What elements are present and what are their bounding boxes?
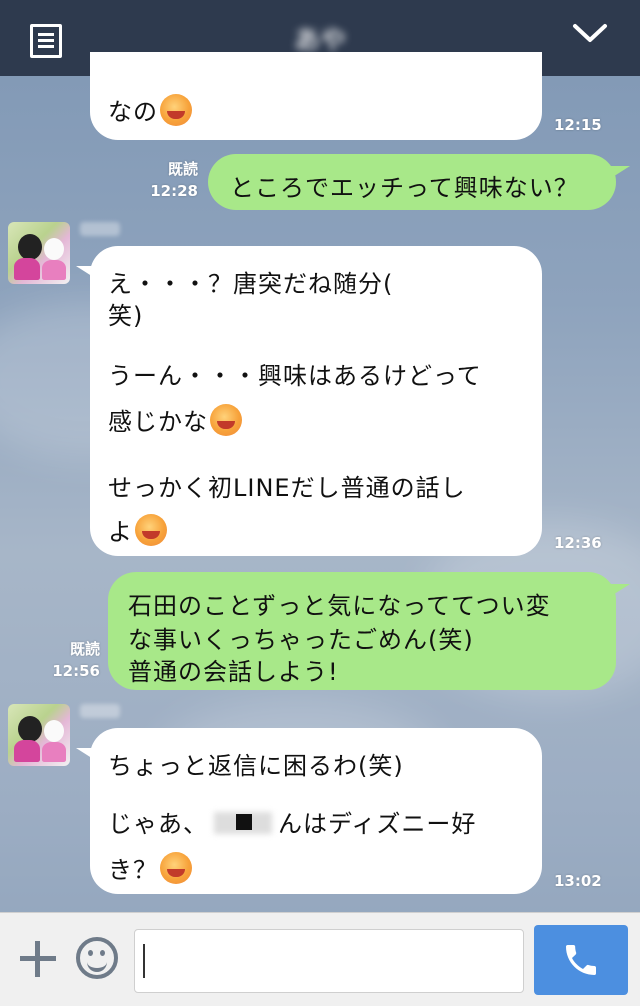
message-text: き？ [108, 856, 158, 884]
sender-name [80, 704, 120, 718]
blushing-emoji-icon [210, 404, 242, 436]
message-text: よ [108, 518, 133, 546]
chevron-down-icon[interactable] [572, 18, 607, 50]
read-receipt: 既読 12:28 [130, 158, 198, 202]
message-text: 笑) [108, 302, 144, 330]
message-time: 13:02 [554, 872, 602, 890]
message-text: 感じかな [108, 408, 208, 436]
message-text: うーん・・・興味はあるけどって [108, 362, 482, 390]
read-receipt: 既読 12:56 [32, 638, 100, 682]
contact-avatar[interactable] [8, 704, 70, 766]
message-text: ところでエッチって興味ない？ [230, 174, 579, 202]
text-caret [143, 944, 145, 978]
message-input[interactable] [134, 929, 524, 993]
phone-icon [566, 945, 596, 975]
message-text: じゃあ、 [108, 810, 208, 838]
message-text: 石田のことずっと気になっててつい変 [128, 592, 551, 620]
message-time: 12:15 [554, 116, 602, 134]
emoji-icon[interactable] [76, 937, 118, 979]
contact-avatar[interactable] [8, 222, 70, 284]
plus-icon[interactable] [18, 939, 58, 979]
message-bubble-received[interactable]: ちょっと返信に困るわ(笑) じゃあ、 んはディズニー好 き？ [76, 728, 542, 894]
message-bubble-received[interactable]: なの [90, 52, 542, 140]
menu-icon[interactable] [30, 24, 62, 58]
message-text: ちょっと返信に困るわ(笑) [108, 752, 404, 780]
message-bubble-sent[interactable]: ところでエッチって興味ない？ [208, 154, 630, 210]
read-label: 既読 [69, 640, 100, 658]
message-text: え・・・？唐突だね随分( [108, 270, 394, 298]
message-text: 普通の会話しよう! [128, 658, 339, 686]
message-bubble-sent[interactable]: 石田のことずっと気になっててつい変 な事いくっちゃったごめん(笑) 普通の会話し… [108, 572, 630, 690]
call-button[interactable] [534, 925, 628, 995]
redacted-name [208, 810, 278, 836]
message-time: 12:36 [554, 534, 602, 552]
message-text: んはディズニー好 [278, 810, 477, 838]
chat-title: あや [293, 26, 346, 56]
message-text: なの [108, 98, 158, 126]
read-label: 既読 [167, 160, 198, 178]
message-input-bar [0, 912, 640, 1006]
message-time: 12:28 [150, 182, 198, 200]
message-bubble-received[interactable]: え・・・？唐突だね随分( 笑) うーん・・・興味はあるけどって 感じかな せっか… [76, 246, 542, 556]
heart-eyes-emoji-icon [160, 94, 192, 126]
grinning-emoji-icon [160, 852, 192, 884]
sender-name [80, 222, 120, 236]
smiling-emoji-icon [135, 514, 167, 546]
message-time: 12:56 [52, 662, 100, 680]
message-text: せっかく初LINEだし普通の話し [108, 474, 466, 502]
message-text: な事いくっちゃったごめん(笑) [128, 626, 474, 654]
